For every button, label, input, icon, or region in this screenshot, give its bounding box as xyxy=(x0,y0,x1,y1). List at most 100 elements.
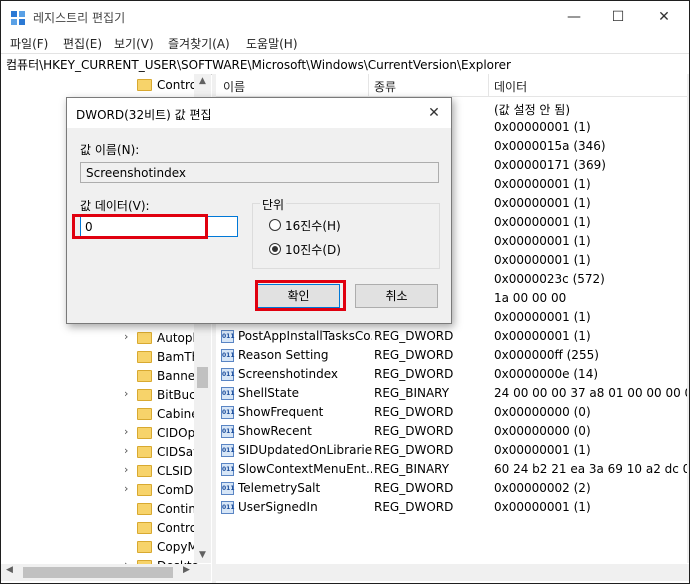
expand-icon[interactable]: › xyxy=(124,463,128,476)
dec-radio-label[interactable]: 10진수(D) xyxy=(285,241,341,258)
tree-item[interactable]: Contro xyxy=(1,519,201,538)
value-data: 0x00000001 (1) xyxy=(494,196,591,210)
folder-icon xyxy=(137,332,152,344)
value-data: 0x0000000e (14) xyxy=(494,367,599,381)
menu-edit[interactable]: 편집(E) xyxy=(63,35,102,52)
value-data: 0x00000000 (0) xyxy=(494,424,591,438)
tree-item[interactable]: › CLSID xyxy=(1,462,201,481)
value-data: 0x00000001 (1) xyxy=(494,215,591,229)
table-row[interactable]: 011 Screenshotindex REG_DWORD 0x0000000e (1… xyxy=(216,365,689,384)
tree-item[interactable]: Cabine xyxy=(1,405,201,424)
address-bar[interactable]: 컴퓨터\HKEY_CURRENT_USER\SOFTWARE\Microsoft… xyxy=(1,53,689,75)
table-row[interactable]: 011 PostAppInstallTasksCo... REG_DWORD 0x00… xyxy=(216,327,689,346)
tree-item[interactable]: › Autopl xyxy=(1,329,201,348)
tree-item[interactable]: CopyM xyxy=(1,538,201,557)
table-row[interactable]: 011 SIDUpdatedOnLibraries REG_DWORD 0x00000… xyxy=(216,441,689,460)
table-row[interactable]: 011 UserSignedIn REG_DWORD 0x00000001 (1) xyxy=(216,498,689,517)
dialog-title: DWORD(32비트) 값 편집 xyxy=(76,108,212,122)
table-row[interactable]: 011 ShowRecent REG_DWORD 0x00000000 (0) xyxy=(216,422,689,441)
scroll-thumb[interactable] xyxy=(197,367,208,388)
expand-icon[interactable]: › xyxy=(124,444,128,457)
reg-dword-icon: 011 xyxy=(221,330,235,343)
reg-dword-icon: 011 xyxy=(221,349,235,362)
tree-item-label: CIDOp xyxy=(157,426,196,440)
tree-horizontal-scrollbar[interactable]: ◀ ▶ xyxy=(1,564,211,581)
column-separator xyxy=(368,74,369,96)
title-bar: 레지스트리 편집기 — ☐ ✕ xyxy=(1,1,689,33)
value-type: REG_DWORD xyxy=(374,348,454,362)
hex-radio[interactable] xyxy=(269,219,281,231)
list-horizontal-scrollbar[interactable] xyxy=(216,564,689,581)
expand-icon[interactable]: › xyxy=(124,425,128,438)
column-header-name[interactable]: 이름 xyxy=(223,78,245,95)
scroll-left-arrow-icon[interactable]: ◀ xyxy=(6,565,13,575)
menu-help[interactable]: 도움말(H) xyxy=(246,35,298,52)
cancel-button[interactable]: 취소 xyxy=(355,284,438,308)
scroll-up-arrow-icon[interactable]: ▲ xyxy=(194,76,211,86)
value-data: 60 24 b2 21 ea 3a 69 10 a2 dc 08 xyxy=(494,462,689,476)
folder-icon xyxy=(137,503,152,515)
expand-icon[interactable]: › xyxy=(124,482,128,495)
scroll-thumb[interactable] xyxy=(23,567,173,578)
list-vertical-scrollbar[interactable] xyxy=(687,74,689,563)
column-header-data[interactable]: 데이터 xyxy=(494,78,527,95)
dec-radio[interactable] xyxy=(269,243,281,255)
table-row[interactable]: 011 SlowContextMenuEnt... REG_BINARY 60 24 … xyxy=(216,460,689,479)
reg-dword-icon: 011 xyxy=(221,425,235,438)
tree-item-label: Contro xyxy=(157,521,198,535)
value-name: ShowFrequent xyxy=(238,405,324,419)
expand-icon[interactable]: › xyxy=(124,387,128,400)
value-data: 0x00000001 (1) xyxy=(494,120,591,134)
value-name: ShowRecent xyxy=(238,424,312,438)
menu-bar: 파일(F) 편집(E) 보기(V) 즐겨찾기(A) 도움말(H) xyxy=(1,33,689,53)
value-data: 0x00000001 (1) xyxy=(494,329,591,343)
registry-editor-window: 레지스트리 편집기 — ☐ ✕ 파일(F) 편집(E) 보기(V) 즐겨찾기(A… xyxy=(0,0,690,584)
menu-view[interactable]: 보기(V) xyxy=(114,35,154,52)
value-name: SlowContextMenuEnt... xyxy=(238,462,372,476)
value-type: REG_DWORD xyxy=(374,329,454,343)
tree-item[interactable]: Control P xyxy=(1,76,211,95)
maximize-button[interactable]: ☐ xyxy=(595,1,641,33)
tree-item-label: Cabine xyxy=(157,407,199,421)
tree-item[interactable]: Contin xyxy=(1,500,201,519)
address-path[interactable]: 컴퓨터\HKEY_CURRENT_USER\SOFTWARE\Microsoft… xyxy=(6,56,511,73)
reg-dword-icon: 011 xyxy=(221,368,235,381)
table-row[interactable]: 011 ShowFrequent REG_DWORD 0x00000000 (0) xyxy=(216,403,689,422)
value-name: UserSignedIn xyxy=(238,500,318,514)
tree-item[interactable]: › BitBuc xyxy=(1,386,201,405)
value-name-label: 값 이름(N): xyxy=(80,143,140,157)
value-type: REG_BINARY xyxy=(374,386,450,400)
close-button[interactable]: ✕ xyxy=(641,1,687,33)
value-data: 0x00000002 (2) xyxy=(494,481,591,495)
tree-item[interactable]: › ComD xyxy=(1,481,201,500)
tree-item-label: Contin xyxy=(157,502,196,516)
value-data: 0x0000015a (346) xyxy=(494,139,606,153)
value-type: REG_BINARY xyxy=(374,462,450,476)
value-data-input[interactable] xyxy=(80,216,238,237)
value-type: REG_DWORD xyxy=(374,481,454,495)
folder-icon xyxy=(137,522,152,534)
value-name: Screenshotindex xyxy=(238,367,338,381)
menu-favorites[interactable]: 즐겨찾기(A) xyxy=(168,35,230,52)
scroll-down-arrow-icon[interactable]: ▼ xyxy=(194,550,211,560)
tree-item[interactable]: Banner xyxy=(1,367,201,386)
value-name: ShellState xyxy=(238,386,300,400)
tree-item[interactable]: › CIDSav xyxy=(1,443,201,462)
menu-file[interactable]: 파일(F) xyxy=(10,35,48,52)
ok-button[interactable]: 확인 xyxy=(257,284,340,308)
table-row[interactable]: 011 Reason Setting REG_DWORD 0x000000ff (25… xyxy=(216,346,689,365)
hex-radio-label[interactable]: 16진수(H) xyxy=(285,217,341,234)
tree-item[interactable]: › CIDOp xyxy=(1,424,201,443)
folder-icon xyxy=(137,541,152,553)
window-title: 레지스트리 편집기 xyxy=(33,11,126,25)
expand-icon[interactable]: › xyxy=(124,330,128,343)
scroll-right-arrow-icon[interactable]: ▶ xyxy=(183,565,190,575)
table-row[interactable]: 011 TelemetrySalt REG_DWORD 0x00000002 (2) xyxy=(216,479,689,498)
tree-item-label: BitBuc xyxy=(157,388,196,402)
minimize-button[interactable]: — xyxy=(551,1,597,33)
column-header-type[interactable]: 종류 xyxy=(374,78,396,95)
value-data-label: 값 데이터(V): xyxy=(80,199,150,213)
table-row[interactable]: 011 ShellState REG_BINARY 24 00 00 00 37 a8… xyxy=(216,384,689,403)
dialog-close-icon[interactable]: ✕ xyxy=(419,98,449,128)
tree-item[interactable]: BamTh xyxy=(1,348,201,367)
